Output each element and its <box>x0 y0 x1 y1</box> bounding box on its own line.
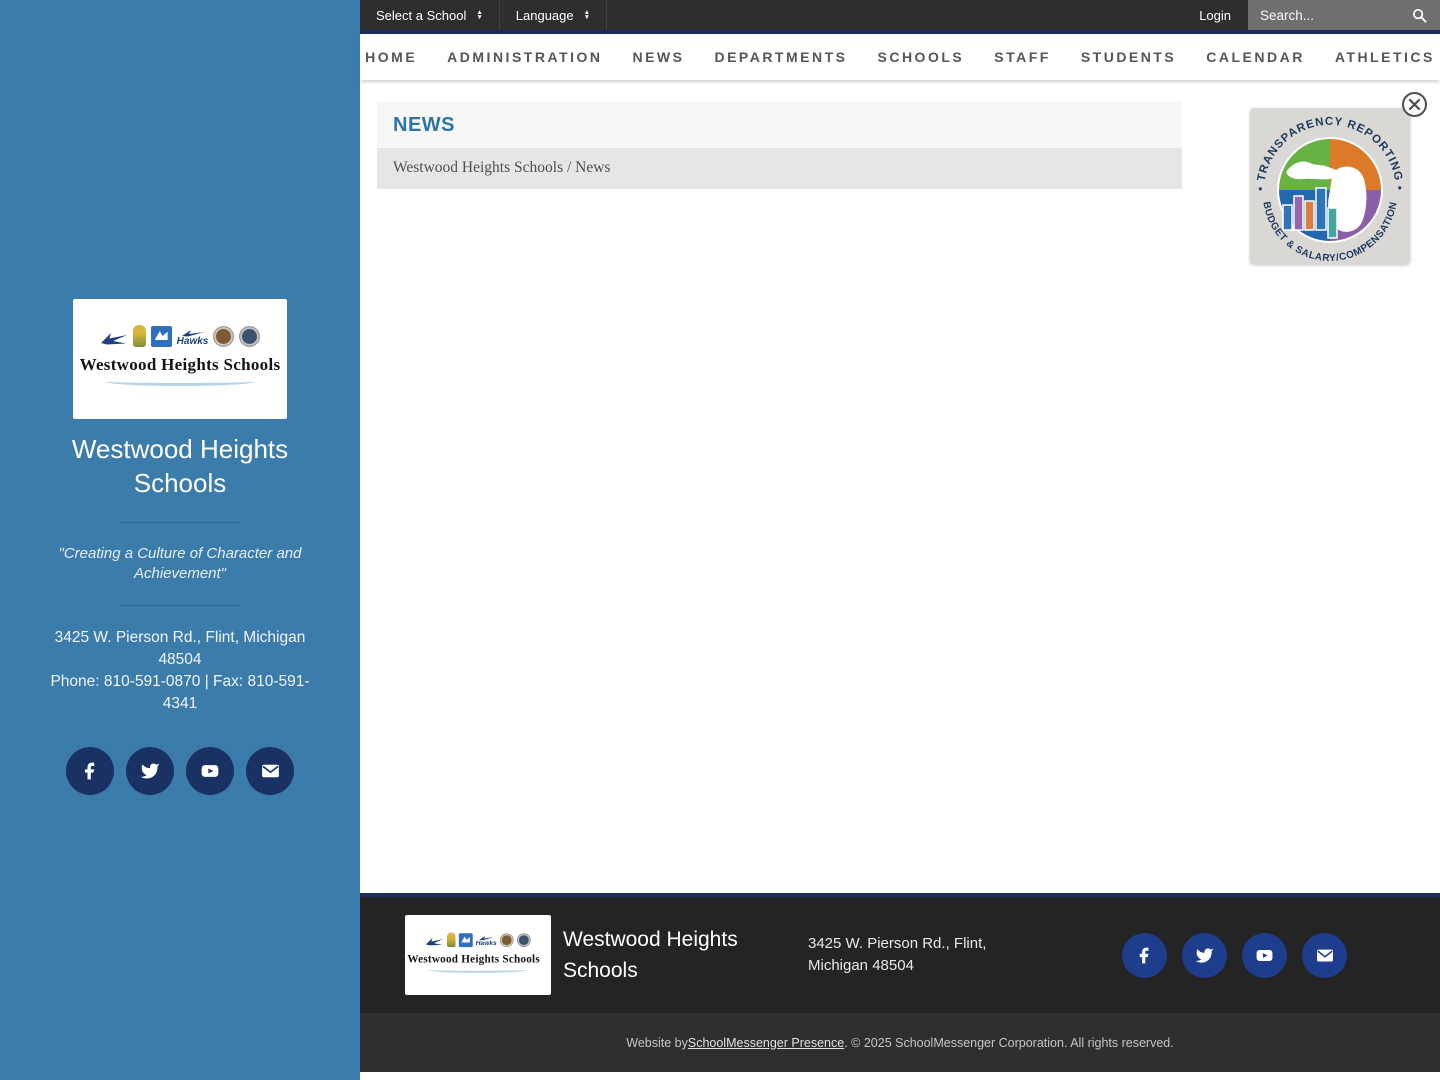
twitter-link[interactable] <box>126 747 174 795</box>
nav-item-staff[interactable]: STAFF <box>979 49 1066 65</box>
site-footer: Hawks Westwood Heights Schools Westwood … <box>360 893 1440 1013</box>
hawk-swoosh-icon <box>100 331 128 347</box>
logo-text: Westwood Heights Schools <box>407 952 548 965</box>
mascot-icon <box>133 325 146 347</box>
logo-swoosh <box>429 967 528 973</box>
email-link[interactable] <box>246 747 294 795</box>
primary-nav: HOME ADMINISTRATION NEWS DEPARTMENTS SCH… <box>360 34 1440 80</box>
transparency-badge-graphic: • TRANSPARENCY REPORTING • BUDGET & SALA… <box>1250 108 1410 264</box>
page: Hawks Westwood Heights Schools Westwood … <box>0 0 1440 1080</box>
school-logo-inner: Hawks Westwood Heights Schools <box>73 299 287 419</box>
page-title: NEWS <box>393 114 455 136</box>
hawks-wordmark: Hawks <box>177 330 209 347</box>
search-input[interactable] <box>1260 8 1405 23</box>
breadcrumb[interactable]: Westwood Heights Schools / News <box>393 159 610 176</box>
divider <box>120 522 240 523</box>
select-school-label: Select a School <box>376 8 466 23</box>
nav-item-students[interactable]: STUDENTS <box>1066 49 1191 65</box>
language-label: Language <box>516 8 574 23</box>
youtube-link[interactable] <box>1242 933 1287 978</box>
email-link[interactable] <box>1302 933 1347 978</box>
youtube-link[interactable] <box>186 747 234 795</box>
sidebar: Hawks Westwood Heights Schools Westwood … <box>0 0 360 1080</box>
nav-item-schools[interactable]: SCHOOLS <box>863 49 980 65</box>
site-title: Westwood Heights Schools <box>60 433 300 501</box>
page-title-row: NEWS <box>377 101 1182 148</box>
email-icon <box>1315 946 1335 965</box>
nav-item-departments[interactable]: DEPARTMENTS <box>699 49 862 65</box>
twitter-link[interactable] <box>1182 933 1227 978</box>
topbar-spacer <box>607 0 1182 30</box>
hawks-wordmark: Hawks <box>476 936 497 947</box>
school-logo[interactable]: Hawks Westwood Heights Schools <box>73 299 287 419</box>
youtube-icon <box>1254 946 1275 965</box>
facebook-icon <box>1135 946 1154 965</box>
divider <box>120 605 240 606</box>
hawk-swoosh-icon <box>425 937 443 948</box>
logo-text: Westwood Heights Schools <box>73 355 287 375</box>
facebook-icon <box>80 761 100 781</box>
close-icon <box>1401 91 1428 118</box>
round-badge-icon <box>517 933 531 947</box>
address-text: 3425 W. Pierson Rd., Flint, Michigan 485… <box>39 627 321 671</box>
language-dropdown[interactable]: Language ▲▼ <box>500 0 607 30</box>
chevron-up-down-icon: ▲▼ <box>476 10 482 20</box>
logo-mascots: Hawks <box>407 931 548 947</box>
transparency-reporting-badge[interactable]: • TRANSPARENCY REPORTING • BUDGET & SALA… <box>1250 108 1410 264</box>
footer-address-line1: 3425 W. Pierson Rd., Flint, <box>808 933 986 956</box>
school-motto: "Creating a Culture of Character and Ach… <box>34 544 326 585</box>
logo-mascots: Hawks <box>73 323 287 347</box>
news-panel: NEWS Westwood Heights Schools / News <box>377 80 1182 189</box>
logo-swoosh <box>105 377 255 386</box>
main-column: Select a School ▲▼ Language ▲▼ Login HOM… <box>360 0 1440 1072</box>
search-box <box>1248 0 1440 30</box>
utility-bar: Select a School ▲▼ Language ▲▼ Login <box>360 0 1440 34</box>
nav-item-news[interactable]: NEWS <box>617 49 699 65</box>
badge-close-button[interactable] <box>1401 91 1428 118</box>
search-icon <box>1411 7 1428 24</box>
login-link[interactable]: Login <box>1182 0 1248 30</box>
facebook-link[interactable] <box>66 747 114 795</box>
chevron-up-down-icon: ▲▼ <box>584 10 590 20</box>
schoolmessenger-link[interactable]: SchoolMessenger Presence <box>688 1036 844 1050</box>
mascot-icon <box>447 933 456 948</box>
twitter-icon <box>140 761 160 781</box>
nav-item-home[interactable]: HOME <box>350 49 432 65</box>
breadcrumb-row: Westwood Heights Schools / News <box>377 148 1182 189</box>
copyright-bar: Website by SchoolMessenger Presence . © … <box>360 1013 1440 1072</box>
school-logo-inner: Hawks Westwood Heights Schools <box>407 915 548 994</box>
search-button[interactable] <box>1411 7 1428 24</box>
nav-item-calendar[interactable]: CALENDAR <box>1191 49 1320 65</box>
footer-site-title: Westwood Heights Schools <box>563 924 773 987</box>
copyright-prefix: Website by <box>626 1036 688 1050</box>
select-school-dropdown[interactable]: Select a School ▲▼ <box>360 0 500 30</box>
round-badge-icon <box>500 933 514 947</box>
round-badge-icon <box>239 326 260 347</box>
nav-item-athletics[interactable]: ATHLETICS <box>1320 49 1440 65</box>
sidebar-social-links <box>0 747 360 795</box>
email-icon <box>260 761 281 781</box>
youtube-icon <box>199 761 221 781</box>
main-content: NEWS Westwood Heights Schools / News <box>360 80 1440 893</box>
copyright-suffix: . © 2025 SchoolMessenger Corporation. Al… <box>844 1036 1174 1050</box>
footer-social-links <box>1122 933 1347 978</box>
nav-item-administration[interactable]: ADMINISTRATION <box>432 49 617 65</box>
school-logo[interactable]: Hawks Westwood Heights Schools <box>405 915 551 995</box>
footer-address: 3425 W. Pierson Rd., Flint, Michigan 485… <box>808 933 986 978</box>
footer-address-line2: Michigan 48504 <box>808 955 986 978</box>
twitter-icon <box>1195 946 1214 965</box>
facebook-link[interactable] <box>1122 933 1167 978</box>
round-badge-icon <box>213 326 234 347</box>
phone-fax-text: Phone: 810-591-0870 | Fax: 810-591-4341 <box>39 671 321 715</box>
blue-square-logo-icon <box>459 933 473 947</box>
blue-square-logo-icon <box>151 326 172 347</box>
